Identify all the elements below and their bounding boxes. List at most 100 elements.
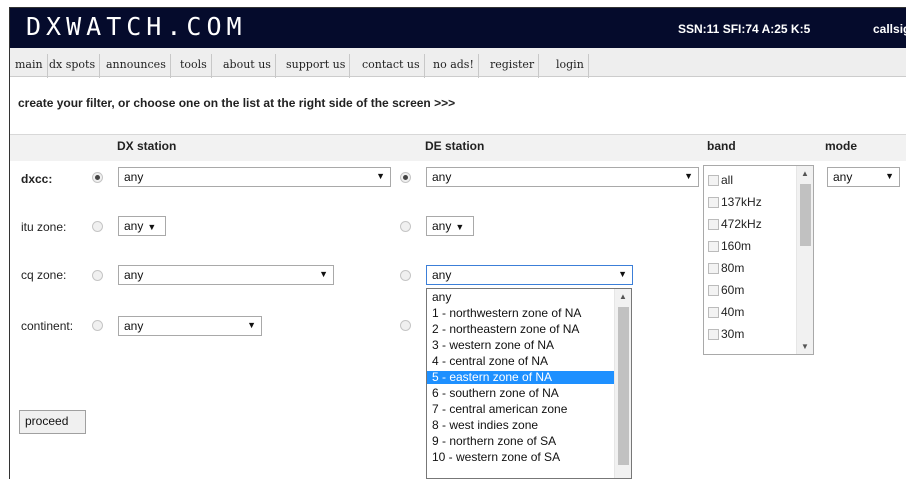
dx-continent-value: any bbox=[124, 319, 144, 333]
de-dxcc-select[interactable]: any ▼ bbox=[426, 167, 699, 187]
band-option-all[interactable]: all bbox=[708, 173, 733, 187]
band-label: 60m bbox=[721, 283, 745, 297]
cq-option[interactable]: 8 - west indies zone bbox=[427, 419, 615, 432]
checkbox-icon[interactable] bbox=[708, 262, 719, 274]
dxcc-label: dxcc: bbox=[21, 172, 53, 186]
dx-continent-radio[interactable] bbox=[92, 320, 103, 331]
cq-option[interactable]: 6 - southern zone of NA bbox=[427, 387, 615, 400]
scroll-down-icon[interactable]: ▼ bbox=[801, 342, 809, 351]
band-option-472khz[interactable]: 472kHz bbox=[708, 217, 762, 231]
chevron-down-icon: ▼ bbox=[684, 171, 693, 181]
top-bar: DXWATCH.COM SSN:11 SFI:74 A:25 K:5 calls… bbox=[10, 8, 906, 48]
cq-option[interactable]: 10 - western zone of SA bbox=[427, 451, 615, 464]
nav-no-ads[interactable]: no ads! bbox=[428, 54, 479, 78]
band-option-60m[interactable]: 60m bbox=[708, 283, 744, 297]
checkbox-icon[interactable] bbox=[708, 240, 719, 252]
band-option-80m[interactable]: 80m bbox=[708, 261, 744, 275]
dx-cq-value: any bbox=[124, 268, 144, 282]
band-label: all bbox=[721, 173, 734, 187]
de-station-header: DE station bbox=[425, 139, 485, 153]
main-nav: main dx spots announces tools about us s… bbox=[10, 48, 906, 78]
cq-option[interactable]: 3 - western zone of NA bbox=[427, 339, 615, 352]
de-continent-radio[interactable] bbox=[400, 320, 411, 331]
chevron-down-icon: ▼ bbox=[618, 269, 627, 279]
de-itu-radio[interactable] bbox=[400, 221, 411, 232]
de-itu-select[interactable]: any ▼ bbox=[426, 216, 474, 236]
nav-about-us[interactable]: about us bbox=[218, 54, 276, 78]
band-label: 40m bbox=[721, 305, 745, 319]
de-dxcc-value: any bbox=[432, 170, 452, 184]
dx-cq-select[interactable]: any ▼ bbox=[118, 265, 334, 285]
site-logo[interactable]: DXWATCH.COM bbox=[26, 12, 247, 41]
cq-option[interactable]: any bbox=[427, 291, 615, 304]
scroll-up-icon[interactable]: ▲ bbox=[619, 292, 627, 301]
cq-option-highlighted[interactable]: 5 - eastern zone of NA bbox=[427, 371, 615, 384]
scroll-thumb[interactable] bbox=[800, 184, 811, 246]
de-cq-radio[interactable] bbox=[400, 270, 411, 281]
chevron-down-icon: ▼ bbox=[455, 222, 465, 232]
checkbox-icon[interactable] bbox=[708, 218, 719, 230]
cq-zone-dropdown[interactable]: any 1 - northwestern zone of NA 2 - nort… bbox=[426, 288, 632, 479]
band-label: 30m bbox=[721, 327, 745, 341]
dx-cq-radio[interactable] bbox=[92, 270, 103, 281]
cq-option[interactable]: 7 - central american zone bbox=[427, 403, 615, 416]
de-dxcc-radio[interactable] bbox=[400, 172, 411, 183]
mode-select[interactable]: any ▼ bbox=[827, 167, 900, 187]
solar-stats: SSN:11 SFI:74 A:25 K:5 bbox=[678, 22, 811, 36]
band-option-160m[interactable]: 160m bbox=[708, 239, 751, 253]
mode-header: mode bbox=[825, 139, 858, 153]
de-cq-select[interactable]: any ▼ bbox=[426, 265, 633, 285]
nav-main[interactable]: main bbox=[10, 54, 48, 78]
nav-contact-us[interactable]: contact us bbox=[357, 54, 425, 78]
scroll-thumb[interactable] bbox=[618, 307, 629, 465]
scroll-up-icon[interactable]: ▲ bbox=[801, 169, 809, 178]
continent-label: continent: bbox=[21, 319, 74, 333]
de-cq-value: any bbox=[432, 268, 452, 282]
chevron-down-icon: ▼ bbox=[147, 222, 157, 232]
page-frame: DXWATCH.COM SSN:11 SFI:74 A:25 K:5 calls… bbox=[9, 7, 906, 479]
dx-itu-select[interactable]: any ▼ bbox=[118, 216, 166, 236]
cq-option[interactable]: 1 - northwestern zone of NA bbox=[427, 307, 615, 320]
band-option-40m[interactable]: 40m bbox=[708, 305, 744, 319]
nav-tools[interactable]: tools bbox=[175, 54, 212, 78]
chevron-down-icon: ▼ bbox=[885, 171, 894, 181]
proceed-button[interactable]: proceed bbox=[19, 410, 86, 434]
band-label: 160m bbox=[721, 239, 752, 253]
checkbox-icon[interactable] bbox=[708, 328, 719, 340]
itu-zone-label: itu zone: bbox=[21, 220, 67, 234]
band-label: 472kHz bbox=[721, 217, 762, 231]
band-option-137khz[interactable]: 137kHz bbox=[708, 195, 762, 209]
dx-itu-radio[interactable] bbox=[92, 221, 103, 232]
cq-option[interactable]: 4 - central zone of NA bbox=[427, 355, 615, 368]
dx-continent-select[interactable]: any ▼ bbox=[118, 316, 262, 336]
nav-dx-spots[interactable]: dx spots bbox=[44, 54, 101, 78]
checkbox-icon[interactable] bbox=[708, 174, 719, 186]
band-scrollbar[interactable]: ▲ ▼ bbox=[796, 166, 813, 354]
band-label: 80m bbox=[721, 261, 745, 275]
dx-dxcc-radio[interactable] bbox=[92, 172, 103, 183]
dx-dxcc-value: any bbox=[124, 170, 144, 184]
nav-support-us[interactable]: support us bbox=[281, 54, 351, 78]
dx-station-header: DX station bbox=[117, 139, 177, 153]
callsign-label: callsign bbox=[873, 22, 906, 36]
cq-option[interactable]: 9 - northern zone of SA bbox=[427, 435, 615, 448]
band-option-30m[interactable]: 30m bbox=[708, 327, 744, 341]
de-itu-value: any bbox=[432, 219, 452, 233]
checkbox-icon[interactable] bbox=[708, 196, 719, 208]
chevron-down-icon: ▼ bbox=[319, 269, 328, 279]
band-label: 137kHz bbox=[721, 195, 762, 209]
checkbox-icon[interactable] bbox=[708, 306, 719, 318]
band-header: band bbox=[707, 139, 736, 153]
nav-register[interactable]: register bbox=[485, 54, 540, 78]
chevron-down-icon: ▼ bbox=[247, 320, 256, 330]
dropdown-scrollbar[interactable]: ▲ bbox=[614, 289, 631, 478]
nav-announces[interactable]: announces bbox=[101, 54, 171, 78]
nav-login[interactable]: login bbox=[551, 54, 589, 78]
checkbox-icon[interactable] bbox=[708, 284, 719, 296]
cq-option[interactable]: 2 - northeastern zone of NA bbox=[427, 323, 615, 336]
dx-dxcc-select[interactable]: any ▼ bbox=[118, 167, 391, 187]
mode-value: any bbox=[833, 170, 853, 184]
filter-instructions: create your filter, or choose one on the… bbox=[18, 96, 456, 110]
band-listbox[interactable]: all 137kHz 472kHz 160m 80m 60m 40m 30m ▲… bbox=[703, 165, 814, 355]
cq-zone-label: cq zone: bbox=[21, 268, 67, 282]
